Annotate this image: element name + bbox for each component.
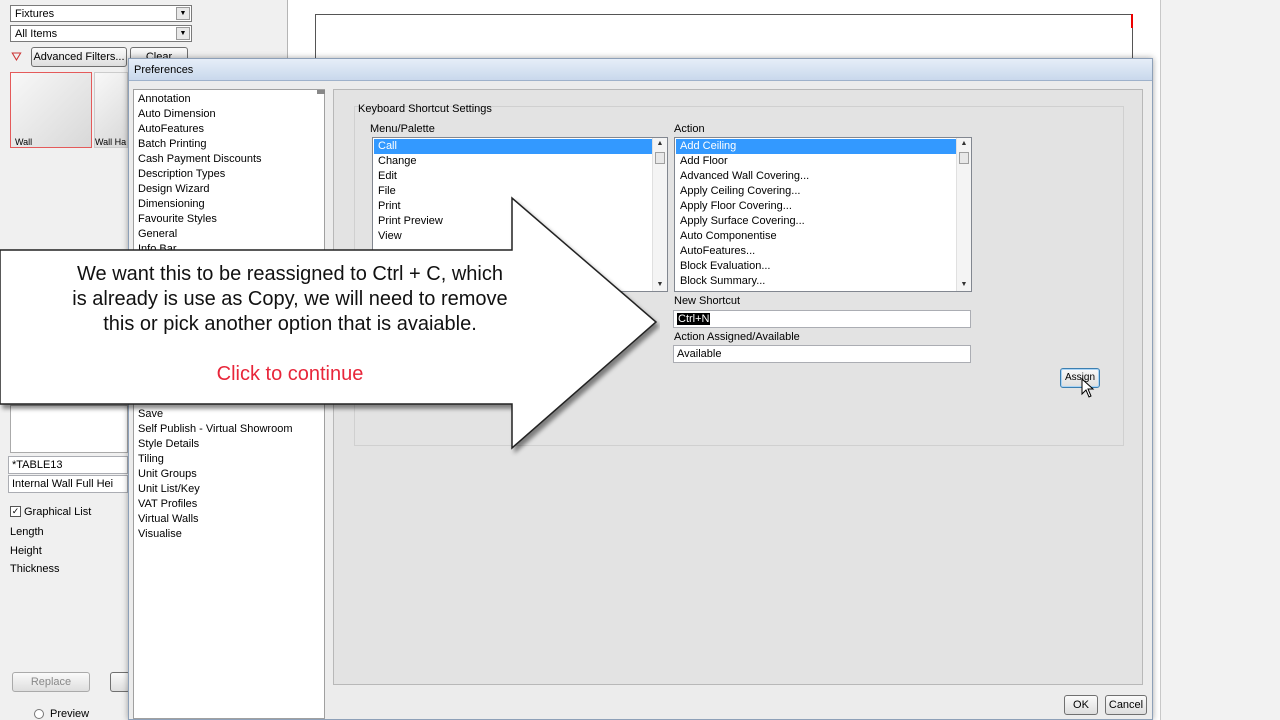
category-combo-value: Fixtures <box>15 8 55 20</box>
category-item[interactable]: Unit Groups <box>138 468 197 480</box>
length-label: Length <box>10 526 44 538</box>
category-item[interactable]: Visualise <box>138 528 182 540</box>
category-item[interactable]: VAT Profiles <box>138 498 197 510</box>
table-code-field[interactable]: *TABLE13 <box>8 456 128 474</box>
callout-line: is already is use as Copy, we will need … <box>72 288 508 310</box>
callout-message: We want this to be reassigned to Ctrl + … <box>0 262 580 337</box>
new-shortcut-input[interactable]: Ctrl+N <box>673 310 971 328</box>
advanced-filters-button[interactable]: Advanced Filters... <box>31 47 127 67</box>
scroll-thumb[interactable] <box>959 152 969 164</box>
replace-button[interactable]: Replace <box>12 672 90 692</box>
category-combo[interactable]: Fixtures ▼ <box>10 5 192 22</box>
action-item[interactable]: Advanced Wall Covering... <box>676 169 809 184</box>
callout-line: this or pick another option that is avai… <box>103 313 477 335</box>
thumbnail-label: Wall <box>15 137 33 147</box>
action-item[interactable]: AutoFeatures... <box>676 244 755 259</box>
category-item[interactable]: Auto Dimension <box>138 108 216 120</box>
ok-button[interactable]: OK <box>1064 695 1098 715</box>
thumbnail-wall[interactable]: Wall <box>10 72 92 148</box>
menu-palette-label: Menu/Palette <box>370 123 435 135</box>
menu-item[interactable]: Edit <box>374 169 397 184</box>
thumbnail-label: Wall Ha <box>95 137 127 147</box>
thickness-label: Thickness <box>10 563 60 575</box>
item-description-field[interactable]: Internal Wall Full Hei <box>8 475 128 493</box>
category-item[interactable]: Batch Printing <box>138 138 206 150</box>
click-to-continue-link[interactable]: Click to continue <box>0 363 580 386</box>
category-scroll-indicator[interactable] <box>317 90 325 94</box>
category-item[interactable]: Virtual Walls <box>138 513 199 525</box>
action-label: Action <box>674 123 705 135</box>
thumbnail-wall-half[interactable]: Wall Ha <box>94 72 128 148</box>
scroll-up-icon[interactable]: ▲ <box>957 138 971 150</box>
graphical-list-checkbox[interactable]: ✓ <box>10 506 21 517</box>
graphical-list-label: Graphical List <box>24 506 92 518</box>
category-item[interactable]: Design Wizard <box>138 183 210 195</box>
action-list[interactable]: Add Ceiling Add Floor Advanced Wall Cove… <box>674 137 972 292</box>
action-item[interactable]: Block Summary... <box>676 274 765 289</box>
preview-radio[interactable] <box>34 709 44 719</box>
chevron-down-icon[interactable]: ▼ <box>176 7 190 20</box>
action-scrollbar[interactable]: ▲ ▼ <box>956 138 971 291</box>
action-item[interactable]: Apply Ceiling Covering... <box>676 184 800 199</box>
assigned-available-field: Available <box>673 345 971 363</box>
action-item[interactable]: Auto Componentise <box>676 229 777 244</box>
scroll-down-icon[interactable]: ▼ <box>957 279 971 291</box>
category-item[interactable]: Unit List/Key <box>138 483 200 495</box>
category-item[interactable]: AutoFeatures <box>138 123 204 135</box>
action-item[interactable]: Apply Floor Covering... <box>676 199 792 214</box>
group-title: Keyboard Shortcut Settings <box>358 103 492 115</box>
menu-item[interactable]: Call <box>374 139 652 154</box>
category-item[interactable]: Description Types <box>138 168 225 180</box>
secondary-button[interactable] <box>110 672 130 692</box>
filter-icon[interactable]: ⛛ <box>11 49 27 65</box>
menu-item[interactable]: Change <box>374 154 417 169</box>
filter-combo[interactable]: All Items ▼ <box>10 25 192 42</box>
preview-label: Preview <box>50 708 90 720</box>
category-item[interactable]: Annotation <box>138 93 191 105</box>
red-marker <box>1131 14 1133 28</box>
filter-combo-value: All Items <box>15 28 58 40</box>
chevron-down-icon[interactable]: ▼ <box>176 27 190 40</box>
callout-line: We want this to be reassigned to Ctrl + … <box>77 263 503 285</box>
scroll-up-icon[interactable]: ▲ <box>653 138 667 150</box>
assigned-available-label: Action Assigned/Available <box>674 331 800 343</box>
cancel-button[interactable]: Cancel <box>1105 695 1147 715</box>
height-label: Height <box>10 545 42 557</box>
right-toolbar-strip <box>1160 0 1280 720</box>
new-shortcut-label: New Shortcut <box>674 295 741 307</box>
new-shortcut-value: Ctrl+N <box>677 313 711 325</box>
category-item[interactable]: Cash Payment Discounts <box>138 153 262 165</box>
action-item[interactable]: Add Ceiling <box>676 139 956 154</box>
dialog-title: Preferences <box>129 59 1152 81</box>
action-item[interactable]: Apply Surface Covering... <box>676 214 805 229</box>
mouse-cursor-icon <box>1081 378 1095 398</box>
action-item[interactable]: Add Floor <box>676 154 728 169</box>
action-item[interactable]: Block Evaluation... <box>676 259 771 274</box>
scroll-thumb[interactable] <box>655 152 665 164</box>
